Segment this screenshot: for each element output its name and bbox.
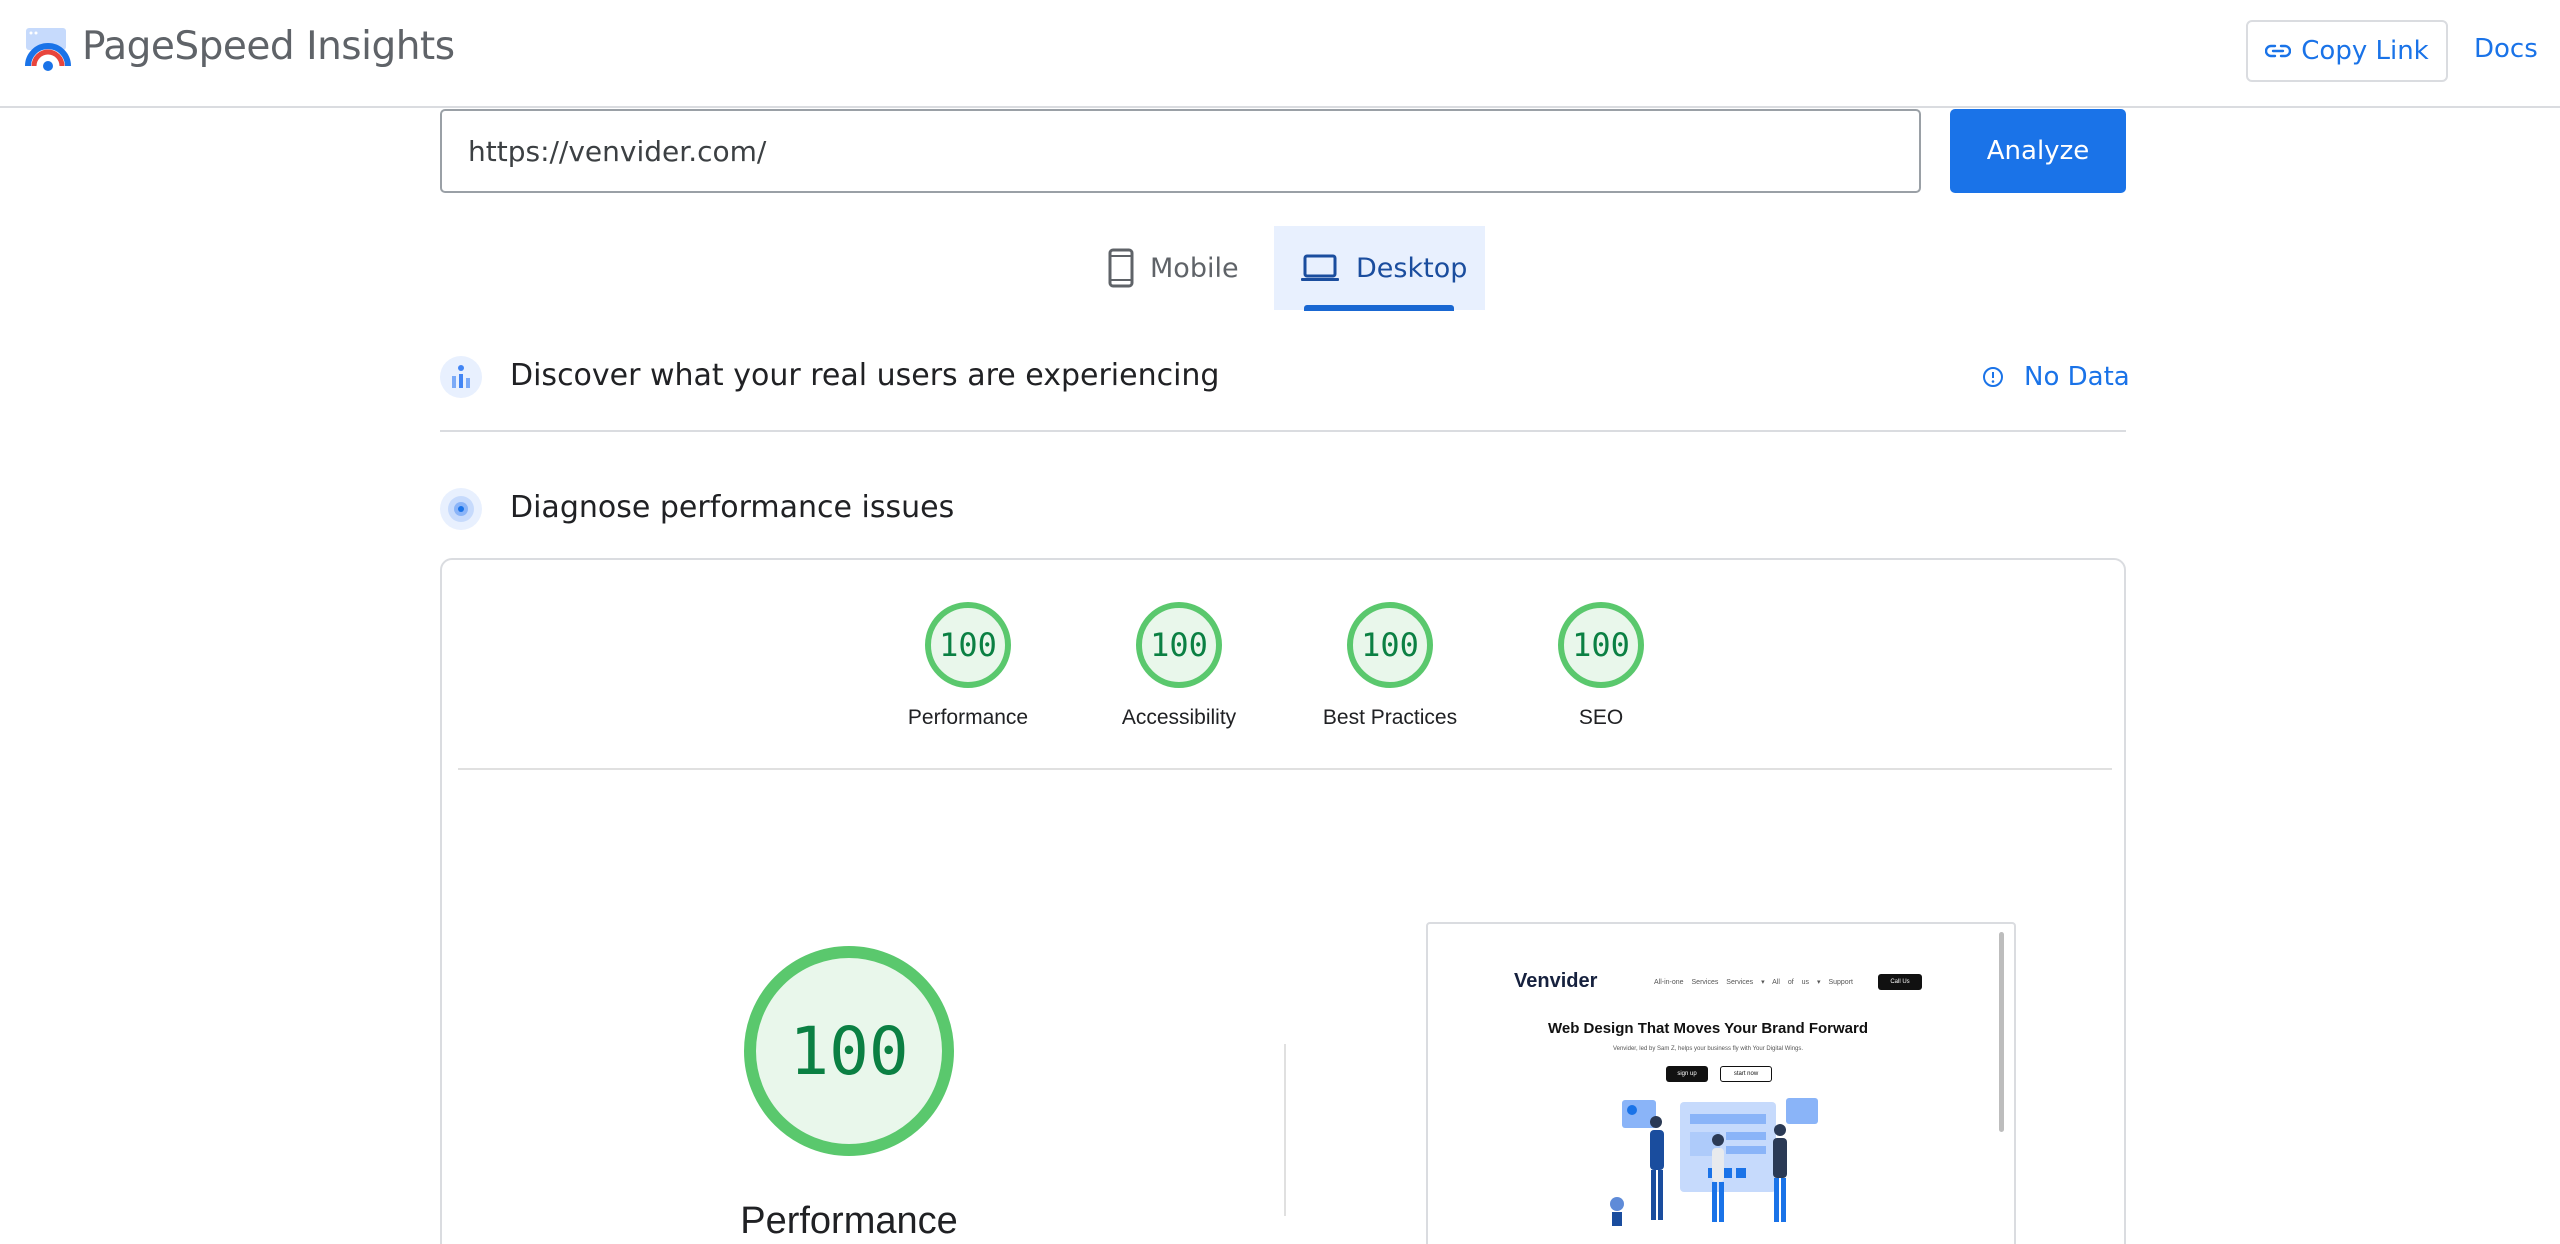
field-data-title: Discover what your real users are experi… [510,358,1220,393]
score-label: Best Practices [1322,706,1458,729]
tab-desktop-label: Desktop [1356,252,1468,284]
report-card: 100 Performance 100 Accessibility 100 Be… [440,558,2126,1244]
docs-link[interactable]: Docs [2474,34,2538,64]
card-divider [458,768,2112,770]
performance-main-label: Performance [740,1200,958,1242]
score-value: 100 [925,602,1011,688]
no-data-label: No Data [2024,362,2130,392]
app-title: PageSpeed Insights [82,24,455,69]
laptop-icon [1301,254,1339,281]
page-screenshot-thumbnail: Venvider All-in-one Services Services ▾ … [1426,922,2016,1244]
thumb-nav: All-in-one Services Services ▾ All of us… [1654,979,1853,986]
url-input[interactable]: https://venvider.com/ [440,109,1921,193]
link-icon [2265,44,2292,58]
vertical-divider [1284,1044,1286,1216]
score-value: 100 [1136,602,1222,688]
phone-icon [1108,248,1134,288]
thumb-cta: Call Us [1878,974,1922,990]
url-input-value: https://venvider.com/ [468,134,767,168]
diagnose-icon [440,488,482,530]
copy-link-label: Copy Link [2301,36,2429,66]
no-data-status[interactable]: No Data [1982,362,2130,392]
score-label: Accessibility [1121,706,1237,729]
tab-selected-indicator [1304,305,1454,311]
copy-link-button[interactable]: Copy Link [2246,20,2448,82]
performance-main-gauge: 100 [744,946,954,1156]
score-value: 100 [1558,602,1644,688]
thumb-subline: Venvider, led by Sam Z, helps your busin… [1612,1046,1804,1052]
thumb-illustration-image [1610,1098,1818,1226]
pagespeed-logo-icon [25,28,71,71]
info-icon [1983,367,2003,387]
thumb-brand: Venvider [1514,970,1598,992]
tab-mobile-label: Mobile [1150,252,1239,284]
thumb-headline: Web Design That Moves Your Brand Forward [1547,1020,1869,1037]
thumb-primary-button: sign up [1666,1066,1708,1082]
score-gauge-best-practices[interactable]: 100 Best Practices [1300,602,1480,730]
thumbnail-scrollbar [1999,932,2004,1132]
top-header: PageSpeed Insights Copy Link Docs [0,0,2560,108]
score-value: 100 [1347,602,1433,688]
score-label: SEO [1578,706,1624,729]
users-data-icon [440,356,482,398]
tab-desktop[interactable]: Desktop [1274,226,1485,310]
score-gauge-seo[interactable]: 100 SEO [1511,602,1691,730]
score-gauge-performance[interactable]: 100 Performance [878,602,1058,730]
analyze-button[interactable]: Analyze [1950,109,2126,193]
tab-mobile[interactable]: Mobile [1108,226,1239,310]
section-divider [440,430,2126,432]
score-label: Performance [907,706,1029,729]
score-gauge-accessibility[interactable]: 100 Accessibility [1089,602,1269,730]
lab-data-title: Diagnose performance issues [510,490,955,525]
thumb-secondary-button: start now [1720,1066,1772,1082]
